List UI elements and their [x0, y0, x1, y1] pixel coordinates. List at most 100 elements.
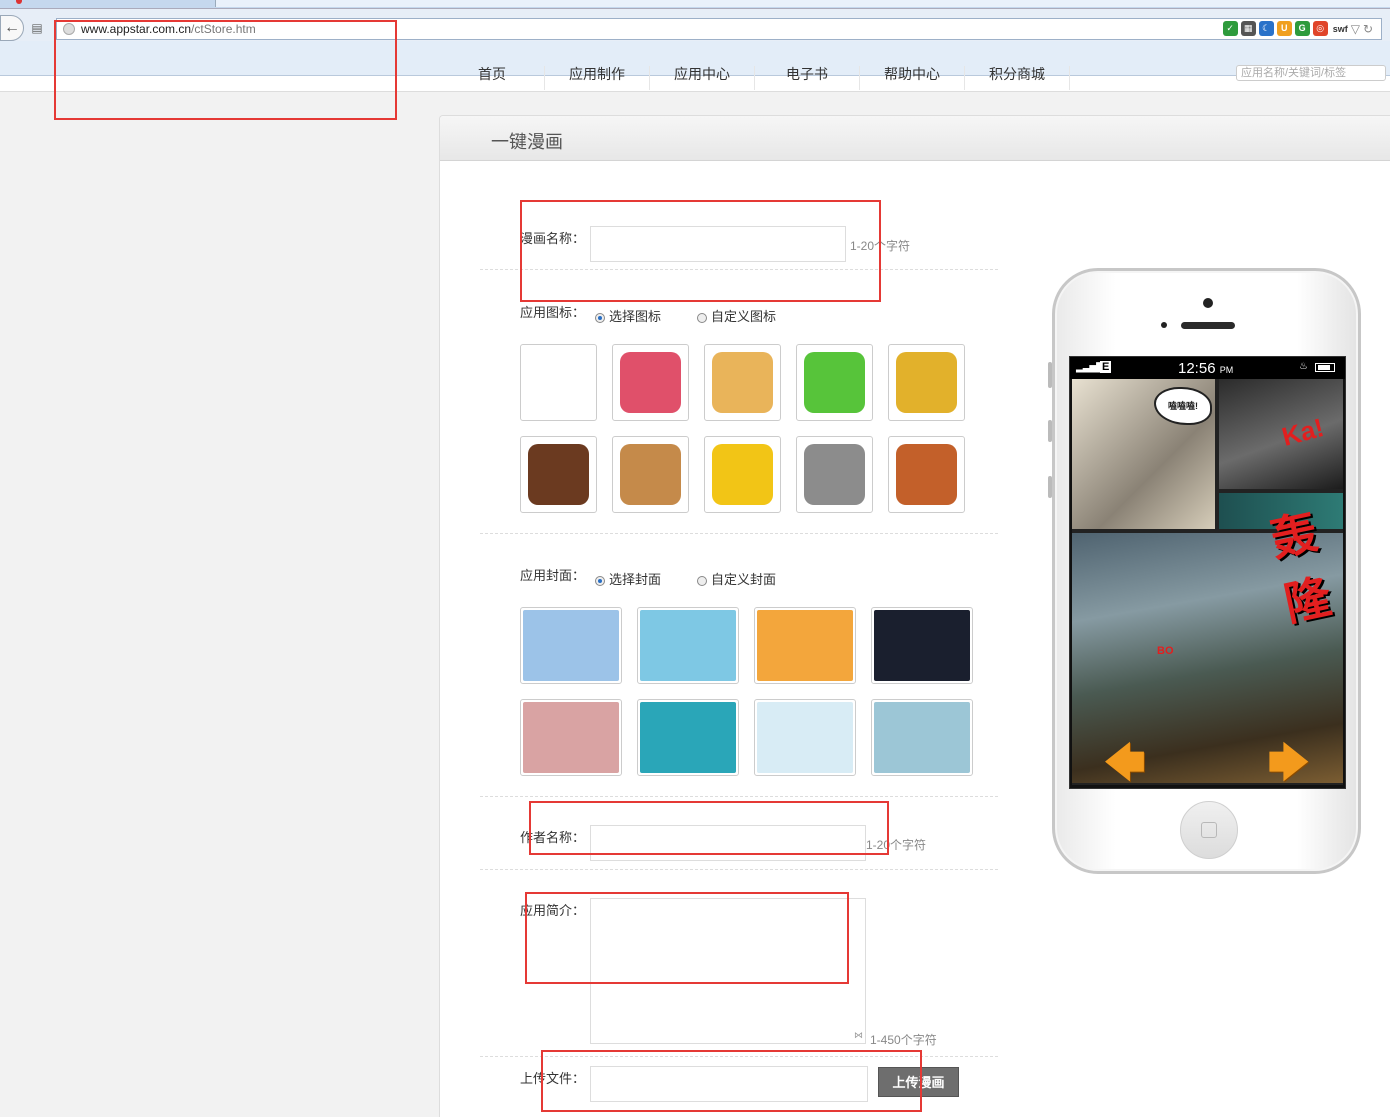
intro-hint: 1-450个字符	[870, 1033, 937, 1047]
network-type: E	[1100, 361, 1112, 373]
cover-option[interactable]	[871, 607, 973, 684]
comic-sound-effect: BO	[1157, 645, 1174, 657]
nav-item[interactable]: 应用制作	[545, 66, 650, 90]
status-time: 12:56 PM	[1178, 360, 1234, 377]
swf-icon[interactable]: ◎	[1312, 21, 1328, 36]
radio-unselected-icon	[697, 575, 707, 586]
author-name-input[interactable]	[590, 825, 866, 861]
qr-code-icon[interactable]: ▦	[1240, 21, 1256, 36]
g-icon[interactable]: G	[1294, 21, 1310, 36]
comic-name-label: 漫画名称：	[520, 231, 586, 246]
page-menu-icon[interactable]: ▤	[30, 21, 44, 35]
radio-choose-cover[interactable]: 选择封面	[595, 569, 661, 588]
icon-option[interactable]	[796, 436, 873, 513]
divider	[480, 869, 998, 870]
refresh-icon[interactable]: ↻	[1363, 22, 1373, 36]
divider	[480, 269, 998, 270]
nav-item[interactable]: 首页	[440, 66, 545, 90]
nav-items: 首页 应用制作 应用中心 电子书 帮助中心 积分商城	[440, 66, 1070, 90]
cover-option[interactable]	[637, 699, 739, 776]
sticker-icon	[896, 352, 957, 413]
intro-label: 应用简介：	[520, 903, 586, 918]
comic-name-hint: 1-20个字符	[850, 239, 911, 253]
intro-textarea[interactable]: ⋈	[590, 898, 866, 1044]
phone-sensor	[1161, 322, 1167, 328]
nav-item[interactable]: 电子书	[755, 66, 860, 90]
phone-preview: ▂▃▅▇ E 12:56 PM ♨ 嗑嗑嗑! Ka! 轰隆 BO 🡄 🡆	[1052, 268, 1361, 874]
phone-home-button	[1180, 801, 1238, 859]
cover-option[interactable]	[520, 607, 622, 684]
cover-option[interactable]	[871, 699, 973, 776]
upload-comic-button[interactable]: 上传漫画	[878, 1067, 959, 1097]
active-tab[interactable]	[215, 0, 1390, 7]
panel-title: 一键漫画	[491, 132, 563, 152]
arrow-right-icon[interactable]: 🡆	[1268, 734, 1309, 788]
photo-album-icon	[712, 352, 773, 413]
umbrella-icon	[804, 444, 865, 505]
bell-icon: ♨	[1299, 361, 1308, 372]
nav-item[interactable]: 帮助中心	[860, 66, 965, 90]
swoosh-logo-icon	[528, 352, 589, 413]
swf-label: swf	[1332, 23, 1348, 34]
extension-icons: ✓ ▦ ☾ U G ◎ swf ▽ ↻	[1222, 21, 1373, 36]
tab-strip	[0, 0, 1390, 9]
icon-option[interactable]	[612, 344, 689, 421]
picture-frame-icon	[896, 444, 957, 505]
nav-item[interactable]: 应用中心	[650, 66, 755, 90]
author-name-hint: 1-20个字符	[866, 838, 927, 852]
resize-grip-icon[interactable]: ⋈	[854, 1030, 863, 1041]
cover-option[interactable]	[754, 699, 856, 776]
radio-custom-cover[interactable]: 自定义封面	[697, 569, 776, 588]
globe-icon	[63, 23, 75, 35]
icon-option[interactable]	[888, 436, 965, 513]
arrow-left-icon[interactable]: 🡄	[1104, 734, 1145, 788]
signal-icon: ▂▃▅▇	[1076, 362, 1104, 373]
cover-sofa-girl	[757, 610, 853, 681]
upload-file-input[interactable]	[590, 1066, 868, 1102]
phone-camera	[1203, 298, 1213, 308]
radio-custom-icon[interactable]: 自定义图标	[697, 306, 776, 325]
moon-icon[interactable]: ☾	[1258, 21, 1274, 36]
nav-item[interactable]: 积分商城	[965, 66, 1070, 90]
cover-option[interactable]	[520, 699, 622, 776]
icon-option[interactable]	[888, 344, 965, 421]
cover-kids-photo	[874, 702, 970, 773]
comic-name-input[interactable]	[590, 226, 846, 262]
comic-preview: 嗑嗑嗑! Ka! 轰隆 BO 🡄 🡆	[1072, 379, 1343, 785]
battery-icon	[1315, 363, 1335, 372]
u-icon[interactable]: U	[1276, 21, 1292, 36]
photo-frame-icon	[528, 444, 589, 505]
icon-option[interactable]	[612, 436, 689, 513]
icon-option[interactable]	[796, 344, 873, 421]
cover-clothesline	[757, 702, 853, 773]
dropdown-icon[interactable]: ▽	[1351, 22, 1360, 36]
cover-option[interactable]	[637, 607, 739, 684]
shield-icon[interactable]: ✓	[1222, 21, 1238, 36]
cover-couple	[640, 610, 736, 681]
radio-selected-icon	[595, 575, 605, 586]
app-icon-label: 应用图标：	[520, 305, 586, 320]
divider	[480, 796, 998, 797]
cover-option[interactable]	[754, 607, 856, 684]
cover-twins	[523, 702, 619, 773]
icon-option[interactable]	[520, 344, 597, 421]
cover-scarecrow	[523, 610, 619, 681]
cat-notebook-icon	[620, 444, 681, 505]
upload-label: 上传文件：	[520, 1071, 586, 1086]
frog-face-icon	[804, 352, 865, 413]
radio-unselected-icon	[697, 312, 707, 323]
nav-search-input[interactable]: 应用名称/关键词/标签	[1236, 65, 1386, 81]
phone-speaker	[1181, 322, 1235, 329]
tab-favicon	[16, 0, 22, 4]
icon-option[interactable]	[520, 436, 597, 513]
icon-option[interactable]	[704, 436, 781, 513]
url-field[interactable]: www.appstar.com.cn/ctStore.htm ✓ ▦ ☾ U G ◎ swf…	[56, 18, 1382, 40]
radio-selected-icon	[595, 312, 605, 323]
phone-status-bar: ▂▃▅▇ E 12:56 PM ♨	[1070, 357, 1345, 379]
radio-choose-icon[interactable]: 选择图标	[595, 306, 661, 325]
url-text: www.appstar.com.cn/ctStore.htm	[81, 22, 256, 36]
icon-option[interactable]	[704, 344, 781, 421]
cover-woman	[640, 702, 736, 773]
phone-screen: ▂▃▅▇ E 12:56 PM ♨ 嗑嗑嗑! Ka! 轰隆 BO 🡄 🡆	[1069, 356, 1346, 789]
app-cover-label: 应用封面：	[520, 568, 586, 583]
